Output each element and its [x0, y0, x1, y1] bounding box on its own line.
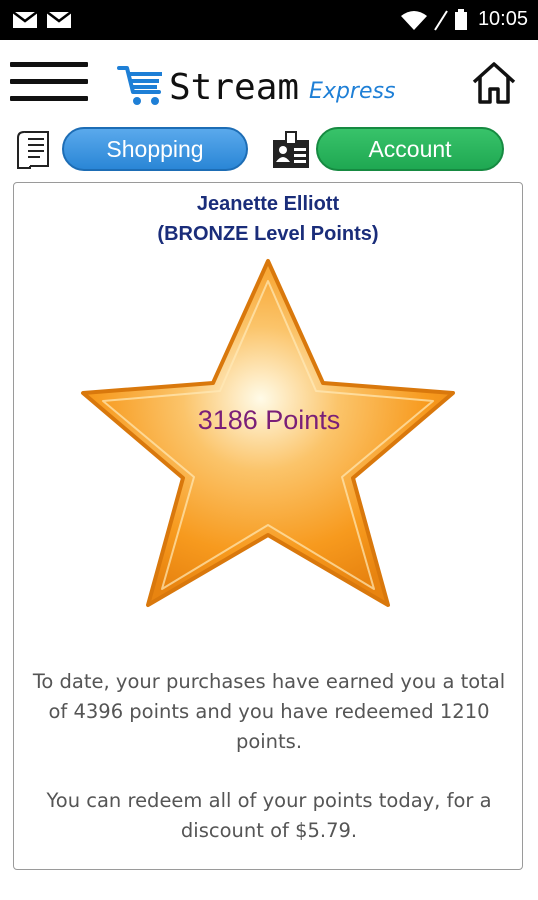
nav-row: Shopping Account	[0, 124, 538, 178]
hamburger-menu-icon[interactable]	[10, 62, 88, 102]
star-icon	[81, 259, 455, 607]
rewards-card: Jeanette Elliott (BRONZE Level Points) 3…	[13, 182, 523, 870]
shopping-cart-icon	[117, 66, 162, 105]
logo-stream-text: Stream	[169, 67, 300, 108]
redeem-summary: You can redeem all of your points today,…	[46, 789, 492, 842]
logo-express-text: Express	[309, 79, 396, 104]
mail-icon	[46, 11, 72, 28]
id-card-icon[interactable]	[270, 128, 312, 172]
receipt-icon[interactable]	[12, 128, 54, 172]
shopping-button[interactable]: Shopping	[62, 127, 248, 171]
mail-icon	[12, 11, 38, 28]
app-header: Stream Express	[0, 40, 538, 122]
points-total: 3186 Points	[197, 405, 341, 435]
wifi-icon	[400, 10, 427, 30]
signal-icon	[434, 9, 448, 31]
member-level: (BRONZE Level Points)	[157, 223, 379, 245]
home-icon[interactable]	[470, 60, 518, 106]
status-bar: 10:05	[0, 0, 538, 40]
status-time: 10:05	[477, 8, 528, 30]
member-name: Jeanette Elliott	[196, 193, 340, 215]
battery-icon	[454, 8, 467, 30]
account-button[interactable]: Account	[316, 127, 504, 171]
earned-summary: To date, your purchases have earned you …	[32, 670, 506, 753]
app-logo: Stream Express	[117, 58, 395, 108]
